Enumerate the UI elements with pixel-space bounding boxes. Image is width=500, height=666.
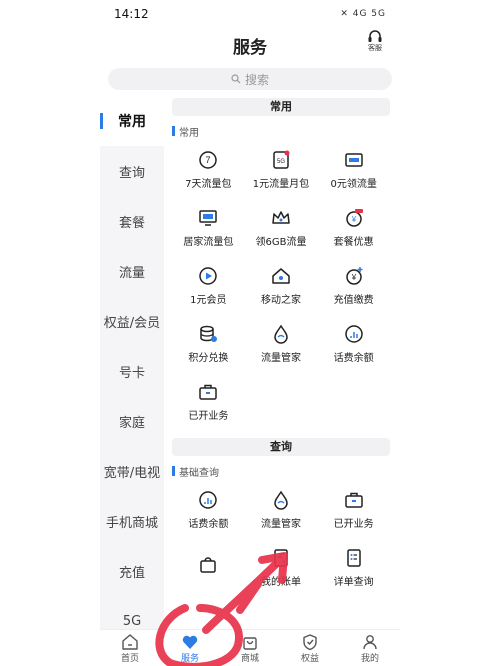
service-7day-data[interactable]: 7 7天流量包	[172, 142, 245, 196]
shop-tab-icon	[243, 636, 257, 650]
page-header: 服务 客服	[100, 28, 400, 62]
search-placeholder: 搜索	[244, 72, 269, 87]
briefcase-icon	[199, 384, 218, 400]
service-home-data[interactable]: 居家流量包	[172, 200, 245, 254]
section-title-common: 常用	[172, 120, 390, 142]
svg-text:7: 7	[206, 155, 211, 165]
sidebar-item-plan[interactable]: 套餐	[100, 196, 164, 246]
user-tab-icon	[363, 634, 377, 649]
main-body: 常用 查询 套餐 流量 权益/会员 号卡 家庭 宽带/电视 手机商城 充值 5G…	[100, 96, 400, 630]
home-data-icon	[199, 209, 218, 226]
svg-text:¥: ¥	[350, 215, 356, 224]
status-icons: ✕ 4G 5G	[340, 9, 386, 19]
svg-text:5G: 5G	[277, 159, 285, 165]
balance-icon	[344, 324, 363, 343]
yuan-plus-icon: ¥	[345, 266, 363, 285]
sidebar-item-query[interactable]: 查询	[100, 146, 164, 196]
sidebar-item-broadband[interactable]: 宽带/电视	[100, 446, 164, 496]
data-card-icon	[344, 152, 363, 167]
service-phone-balance[interactable]: 话费余额	[317, 316, 390, 370]
drop-icon	[274, 490, 288, 510]
svg-text:¥: ¥	[350, 273, 356, 282]
sidebar-item-recharge[interactable]: 充值	[100, 546, 164, 596]
bag-icon	[200, 557, 217, 573]
points-icon	[200, 325, 218, 342]
service-6gb-data[interactable]: 领6GB流量	[245, 200, 318, 254]
discount-icon: ¥	[345, 208, 363, 227]
drop-icon	[274, 324, 288, 344]
status-time: 14:12	[114, 7, 149, 21]
tab-benefits[interactable]: 权益	[280, 630, 340, 666]
crown-icon	[272, 210, 290, 224]
customer-service-button[interactable]: 客服	[362, 30, 388, 52]
query-data-manager[interactable]: 流量管家	[245, 482, 318, 536]
balance-icon	[199, 490, 218, 509]
detail-list-icon	[346, 548, 361, 567]
search-icon	[231, 74, 241, 84]
5g-package-icon: 5G	[273, 150, 290, 169]
customer-service-label: 客服	[368, 44, 382, 52]
bottom-tab-bar: 首页 服务 商城 权益 我的	[100, 629, 400, 666]
sidebar-item-shop[interactable]: 手机商城	[100, 496, 164, 546]
7day-icon: 7	[199, 150, 218, 169]
service-data-manager[interactable]: 流量管家	[245, 316, 318, 370]
query-phone-balance[interactable]: 话费余额	[172, 482, 245, 536]
query-my-bill[interactable]: ¥ 我的账单	[245, 540, 318, 594]
home-tab-icon	[122, 633, 138, 650]
tab-mine[interactable]: 我的	[340, 630, 400, 666]
sidebar-item-sim[interactable]: 号卡	[100, 346, 164, 396]
svg-text:¥: ¥	[282, 560, 286, 566]
briefcase-icon	[344, 492, 363, 508]
service-1yuan-monthly[interactable]: 5G 1元流量月包	[245, 142, 318, 196]
section-header-query: 查询	[172, 438, 390, 456]
service-opened-business[interactable]: 已开业务	[172, 374, 245, 428]
sidebar-item-family[interactable]: 家庭	[100, 396, 164, 446]
section-title-basic-query: 基础查询	[172, 460, 390, 482]
query-detail-list[interactable]: 详单查询	[317, 540, 390, 594]
house-icon	[272, 267, 290, 284]
query-services-grid: 话费余额 流量管家 已开业务 ¥ 我的账单 详单查询	[172, 482, 390, 594]
headset-icon	[368, 30, 382, 42]
page-title: 服务	[233, 37, 267, 58]
play-icon	[199, 266, 218, 285]
phone-screen: 14:12 ✕ 4G 5G 服务 客服 搜索 常用 查询 套餐 流量 权益/会员…	[100, 0, 400, 666]
sidebar-item-benefits[interactable]: 权益/会员	[100, 296, 164, 346]
tab-shop[interactable]: 商城	[220, 630, 280, 666]
bill-icon: ¥	[274, 548, 288, 567]
common-services-grid: 7 7天流量包 5G 1元流量月包 0元领流量 居家流量包 领6GB流量 ¥ 套…	[172, 142, 390, 428]
section-header-common: 常用	[172, 98, 390, 116]
query-bag-item[interactable]	[172, 540, 245, 594]
service-plan-discount[interactable]: ¥ 套餐优惠	[317, 200, 390, 254]
service-free-data[interactable]: 0元领流量	[317, 142, 390, 196]
status-bar: 14:12 ✕ 4G 5G	[100, 0, 400, 28]
shield-tab-icon	[303, 633, 317, 650]
sidebar-item-data[interactable]: 流量	[100, 246, 164, 296]
tab-home[interactable]: 首页	[100, 630, 160, 666]
service-1yuan-member[interactable]: 1元会员	[172, 258, 245, 312]
service-points-redeem[interactable]: 积分兑换	[172, 316, 245, 370]
sidebar-item-common[interactable]: 常用	[100, 96, 164, 146]
tab-service[interactable]: 服务	[160, 630, 220, 666]
service-mobile-home[interactable]: 移动之家	[245, 258, 318, 312]
query-opened-business[interactable]: 已开业务	[317, 482, 390, 536]
service-recharge[interactable]: ¥ 充值缴费	[317, 258, 390, 312]
heart-tab-icon	[182, 635, 198, 649]
service-content: 常用 常用 7 7天流量包 5G 1元流量月包 0元领流量 居家流量包 领6GB…	[164, 96, 400, 630]
search-input[interactable]: 搜索	[108, 68, 392, 90]
category-sidebar: 常用 查询 套餐 流量 权益/会员 号卡 家庭 宽带/电视 手机商城 充值 5G	[100, 96, 164, 630]
